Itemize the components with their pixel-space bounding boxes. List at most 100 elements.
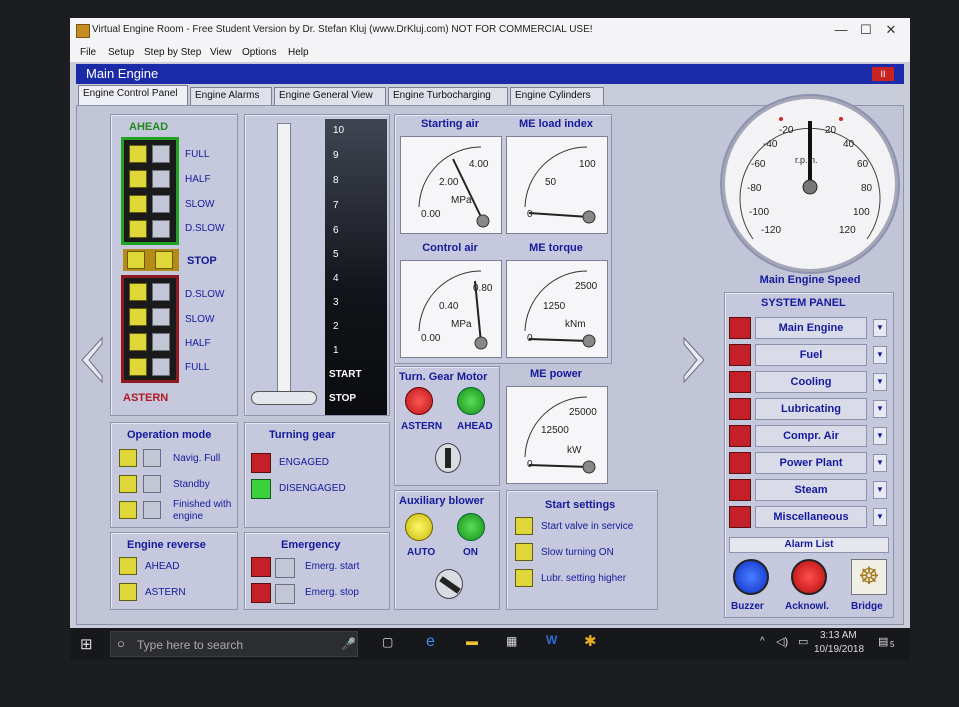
blower-on-lamp[interactable] [457, 513, 485, 541]
system-miscellaneous-button[interactable]: Miscellaneous [755, 506, 867, 528]
chevron-right-icon[interactable] [680, 336, 706, 384]
system-compr-air-button[interactable]: Compr. Air [755, 425, 867, 447]
edge-icon[interactable]: e [426, 633, 435, 651]
store-icon[interactable]: ▦ [506, 634, 517, 648]
steam-dropdown[interactable]: ▼ [873, 481, 887, 499]
ahead-half-lamp[interactable] [129, 170, 147, 188]
emerg-stop-lamp[interactable] [251, 583, 271, 603]
astern-dslow-lamp[interactable] [129, 283, 147, 301]
fuel-dropdown[interactable]: ▼ [873, 346, 887, 364]
navig-full-button[interactable] [143, 449, 161, 467]
tab-engine-turbocharging[interactable]: Engine Turbocharging [388, 87, 508, 105]
word-icon[interactable]: W [546, 633, 557, 647]
maximize-button[interactable]: ☐ [855, 21, 877, 39]
speed-label-120: 120 [839, 225, 856, 236]
pause-button[interactable]: II [872, 67, 894, 81]
astern-half-button[interactable] [152, 333, 170, 351]
emerg-stop-button[interactable] [275, 584, 295, 604]
engine-room-app-icon[interactable]: ✱ [584, 632, 597, 650]
menu-help[interactable]: Help [288, 47, 309, 58]
notification-icon[interactable]: ▤ [878, 635, 888, 648]
system-main-engine-button[interactable]: Main Engine [755, 317, 867, 339]
clock-time[interactable]: 3:13 AM [820, 630, 857, 641]
acknowledge-button[interactable] [791, 559, 827, 595]
lever-handle[interactable] [251, 391, 317, 405]
volume-icon[interactable]: ◁) [776, 635, 788, 648]
reverse-astern-lamp[interactable] [119, 583, 137, 601]
minimize-button[interactable]: — [830, 21, 852, 39]
navig-full-lamp[interactable] [119, 449, 137, 467]
misc-dropdown[interactable]: ▼ [873, 508, 887, 526]
fwe-lamp[interactable] [119, 501, 137, 519]
taskbar-search-box[interactable]: ○ Type here to search 🎤 [110, 631, 358, 657]
starting-air-min: 0.00 [421, 209, 441, 220]
slow-turning-lamp[interactable] [515, 543, 533, 561]
ahead-motor-lamp[interactable] [457, 387, 485, 415]
ahead-dslow-lamp[interactable] [129, 220, 147, 238]
astern-full-lamp[interactable] [129, 358, 147, 376]
operation-mode-title: Operation mode [127, 429, 212, 441]
astern-slow-button[interactable] [152, 308, 170, 326]
ahead-full-button[interactable] [152, 145, 170, 163]
tab-engine-alarms[interactable]: Engine Alarms [190, 87, 272, 105]
cooling-dropdown[interactable]: ▼ [873, 373, 887, 391]
ship-wheel-icon[interactable]: ☸ [851, 559, 887, 595]
clock-date[interactable]: 10/19/2018 [814, 644, 864, 655]
system-lubricating-button[interactable]: Lubricating [755, 398, 867, 420]
astern-motor-lamp[interactable] [405, 387, 433, 415]
ahead-dslow-button[interactable] [152, 220, 170, 238]
compr-air-dropdown[interactable]: ▼ [873, 427, 887, 445]
menu-step-by-step[interactable]: Step by Step [144, 47, 201, 58]
emerg-start-lamp[interactable] [251, 557, 271, 577]
ahead-slow-lamp[interactable] [129, 195, 147, 213]
astern-full-button[interactable] [152, 358, 170, 376]
lever-track [277, 123, 291, 405]
menu-options[interactable]: Options [242, 47, 276, 58]
microphone-icon[interactable]: 🎤 [341, 637, 356, 651]
control-air-max: 0.80 [473, 283, 493, 294]
chevron-left-icon[interactable] [80, 336, 106, 384]
lubr-setting-lamp[interactable] [515, 569, 533, 587]
astern-half-lamp[interactable] [129, 333, 147, 351]
close-button[interactable]: ✕ [880, 21, 902, 39]
tray-chevron-icon[interactable]: ^ [760, 636, 765, 647]
alarm-list-button[interactable]: Alarm List [729, 537, 889, 553]
menu-setup[interactable]: Setup [108, 47, 134, 58]
engaged-lamp[interactable] [251, 453, 271, 473]
stop-lamp[interactable] [127, 251, 145, 269]
fwe-button[interactable] [143, 501, 161, 519]
system-steam-button[interactable]: Steam [755, 479, 867, 501]
standby-lamp[interactable] [119, 475, 137, 493]
astern-dslow-button[interactable] [152, 283, 170, 301]
main-engine-dropdown[interactable]: ▼ [873, 319, 887, 337]
motor-selector-knob[interactable] [435, 443, 461, 473]
ahead-half-button[interactable] [152, 170, 170, 188]
astern-slow-lamp[interactable] [129, 308, 147, 326]
tab-engine-control-panel[interactable]: Engine Control Panel [78, 85, 188, 105]
ahead-full-lamp[interactable] [129, 145, 147, 163]
system-power-plant-button[interactable]: Power Plant [755, 452, 867, 474]
blower-selector-knob[interactable] [435, 569, 463, 599]
menu-view[interactable]: View [210, 47, 232, 58]
tab-engine-general-view[interactable]: Engine General View [274, 87, 386, 105]
stop-button[interactable] [155, 251, 173, 269]
start-valve-lamp[interactable] [515, 517, 533, 535]
emerg-start-button[interactable] [275, 558, 295, 578]
system-fuel-button[interactable]: Fuel [755, 344, 867, 366]
tab-engine-cylinders[interactable]: Engine Cylinders [510, 87, 604, 105]
disengaged-lamp[interactable] [251, 479, 271, 499]
ahead-slow-button[interactable] [152, 195, 170, 213]
starting-air-mid: 2.00 [439, 177, 459, 188]
menu-file[interactable]: File [80, 47, 96, 58]
standby-button[interactable] [143, 475, 161, 493]
reverse-ahead-lamp[interactable] [119, 557, 137, 575]
system-cooling-button[interactable]: Cooling [755, 371, 867, 393]
task-view-icon[interactable]: ▢ [382, 635, 393, 649]
buzzer-button[interactable] [733, 559, 769, 595]
network-icon[interactable]: ▭ [798, 635, 808, 648]
file-explorer-icon[interactable]: ▬ [466, 634, 478, 648]
lubricating-dropdown[interactable]: ▼ [873, 400, 887, 418]
blower-auto-lamp[interactable] [405, 513, 433, 541]
windows-start-icon[interactable]: ⊞ [80, 635, 93, 653]
power-plant-dropdown[interactable]: ▼ [873, 454, 887, 472]
